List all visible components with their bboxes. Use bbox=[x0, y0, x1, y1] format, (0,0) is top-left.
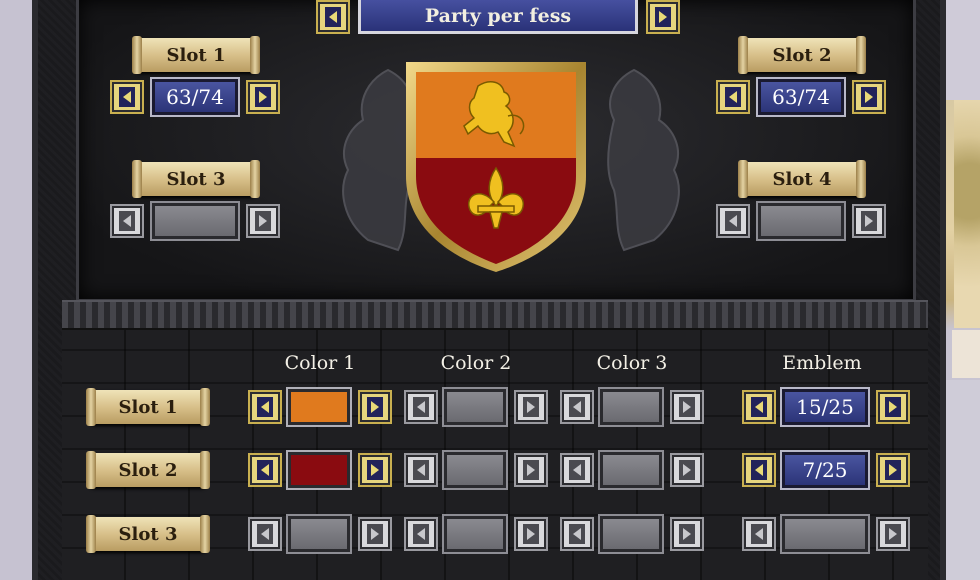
row-1-color-3-swatch bbox=[600, 389, 662, 425]
slot-1-label: Slot 1 bbox=[132, 36, 260, 74]
column-header-color-3: Color 3 bbox=[596, 352, 668, 374]
row-3-emblem-value bbox=[782, 516, 868, 552]
row-3-color-2-prev[interactable] bbox=[404, 517, 438, 551]
division-next-button[interactable] bbox=[646, 0, 680, 34]
row-3-color-1-prev[interactable] bbox=[248, 517, 282, 551]
row-3-emblem-next[interactable] bbox=[876, 517, 910, 551]
row-slot-3-label: Slot 3 bbox=[86, 515, 210, 553]
row-1-emblem-value: 15/25 bbox=[782, 389, 868, 425]
lion-supporter-right-icon bbox=[607, 68, 680, 252]
row-3-color-1-next[interactable] bbox=[358, 517, 392, 551]
division-prev-button[interactable] bbox=[316, 0, 350, 34]
slot-3-next-button[interactable] bbox=[246, 204, 280, 238]
row-1-color-2-prev[interactable] bbox=[404, 390, 438, 424]
slot-1-next-button[interactable] bbox=[246, 80, 280, 114]
row-1-emblem-prev[interactable] bbox=[742, 390, 776, 424]
background-left bbox=[0, 0, 32, 580]
row-2-color-1-swatch bbox=[288, 452, 350, 488]
row-slot-1-label: Slot 1 bbox=[86, 388, 210, 426]
slot-3-value bbox=[152, 203, 238, 239]
row-1-color-2-next[interactable] bbox=[514, 390, 548, 424]
background-right bbox=[946, 0, 980, 580]
row-1-color-1-swatch bbox=[288, 389, 350, 425]
row-2-color-2-swatch bbox=[444, 452, 506, 488]
row-slot-2-label: Slot 2 bbox=[86, 451, 210, 489]
row-2-color-2-prev[interactable] bbox=[404, 453, 438, 487]
division-text: Party per fess bbox=[424, 4, 572, 27]
row-3-color-1-swatch bbox=[288, 516, 350, 552]
slot-3-label: Slot 3 bbox=[132, 160, 260, 198]
row-3-color-2-next[interactable] bbox=[514, 517, 548, 551]
coat-of-arms-designer-panel: Party per fess Slot 1 63/74 Slot 3 Slot … bbox=[32, 0, 946, 580]
row-1-color-1-next[interactable] bbox=[358, 390, 392, 424]
column-header-emblem: Emblem bbox=[782, 352, 862, 374]
slot-2-label: Slot 2 bbox=[738, 36, 866, 74]
column-header-color-1: Color 1 bbox=[284, 352, 356, 374]
slot-1-prev-button[interactable] bbox=[110, 80, 144, 114]
row-2-color-1-prev[interactable] bbox=[248, 453, 282, 487]
row-3-color-3-prev[interactable] bbox=[560, 517, 594, 551]
row-2-color-2-next[interactable] bbox=[514, 453, 548, 487]
row-2-emblem-prev[interactable] bbox=[742, 453, 776, 487]
slot-3-prev-button[interactable] bbox=[110, 204, 144, 238]
row-3-color-2-swatch bbox=[444, 516, 506, 552]
row-3-color-3-swatch bbox=[600, 516, 662, 552]
slot-2-next-button[interactable] bbox=[852, 80, 886, 114]
slot-2-value: 63/74 bbox=[758, 79, 844, 115]
map-fragment-2 bbox=[952, 330, 980, 378]
row-2-emblem-value: 7/25 bbox=[782, 452, 868, 488]
slot-1-value: 63/74 bbox=[152, 79, 238, 115]
section-divider bbox=[62, 300, 928, 330]
row-1-color-3-prev[interactable] bbox=[560, 390, 594, 424]
row-2-color-3-prev[interactable] bbox=[560, 453, 594, 487]
slot-2-prev-button[interactable] bbox=[716, 80, 750, 114]
division-label: Party per fess bbox=[358, 0, 638, 34]
row-2-emblem-next[interactable] bbox=[876, 453, 910, 487]
map-fragment bbox=[954, 100, 980, 328]
slot-4-value bbox=[758, 203, 844, 239]
slot-4-prev-button[interactable] bbox=[716, 204, 750, 238]
slot-4-next-button[interactable] bbox=[852, 204, 886, 238]
row-2-color-1-next[interactable] bbox=[358, 453, 392, 487]
row-1-color-2-swatch bbox=[444, 389, 506, 425]
row-3-emblem-prev[interactable] bbox=[742, 517, 776, 551]
row-1-color-3-next[interactable] bbox=[670, 390, 704, 424]
row-3-color-3-next[interactable] bbox=[670, 517, 704, 551]
row-1-color-1-prev[interactable] bbox=[248, 390, 282, 424]
row-2-color-3-swatch bbox=[600, 452, 662, 488]
row-2-color-3-next[interactable] bbox=[670, 453, 704, 487]
slot-4-label: Slot 4 bbox=[738, 160, 866, 198]
coat-of-arms-shield bbox=[406, 62, 586, 272]
column-header-color-2: Color 2 bbox=[440, 352, 512, 374]
row-1-emblem-next[interactable] bbox=[876, 390, 910, 424]
